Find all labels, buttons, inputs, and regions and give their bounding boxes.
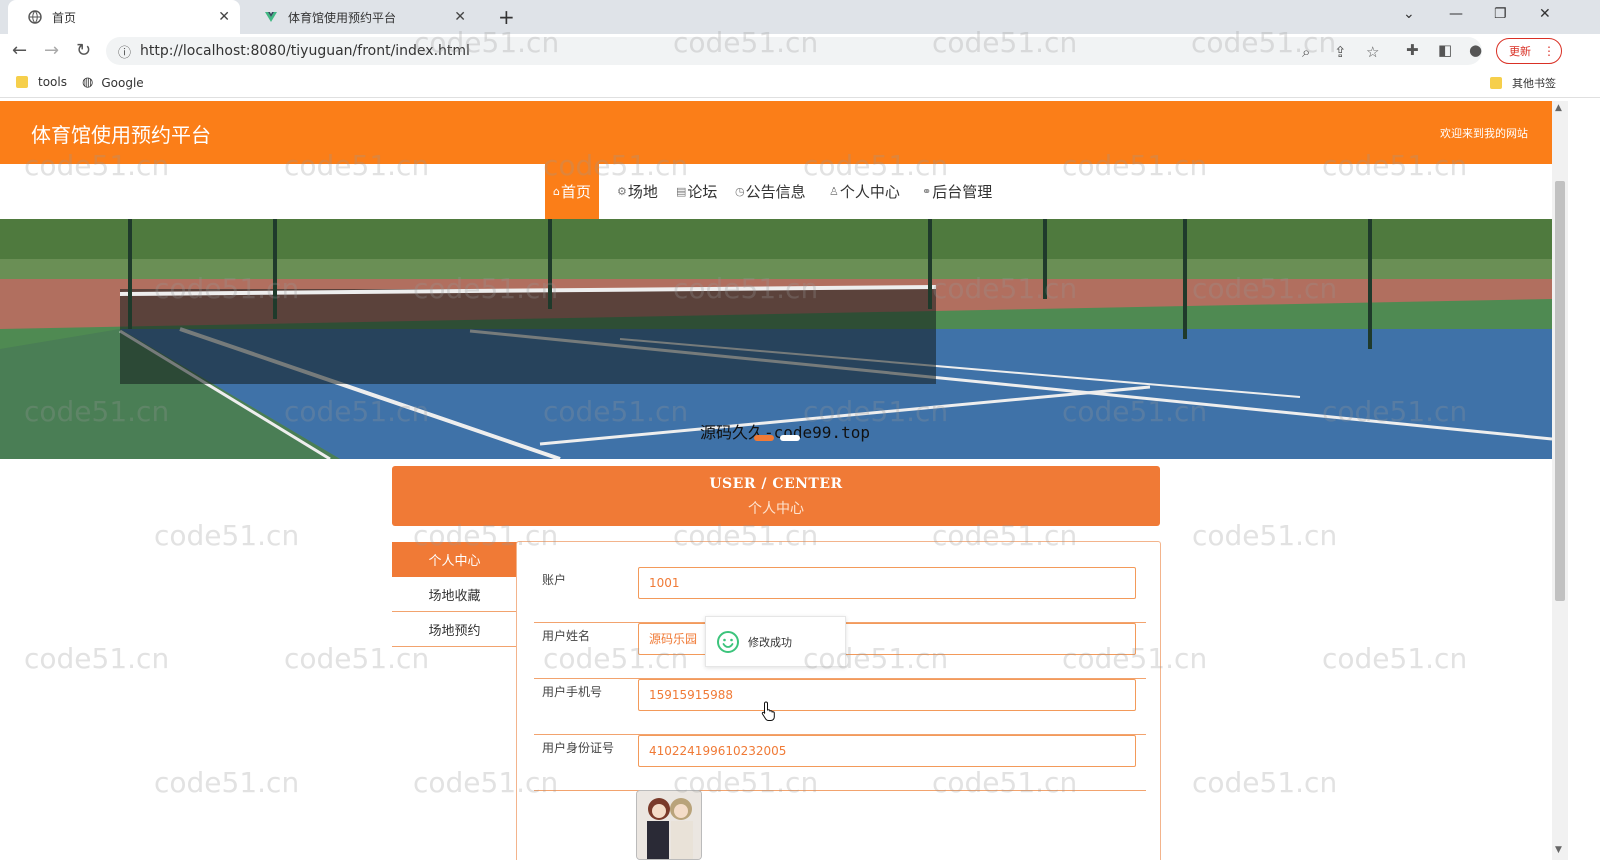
folder-icon [1490, 77, 1502, 89]
form-row-phone: 用户手机号 15915915988 [534, 679, 1146, 735]
profile-icon[interactable]: ● [1469, 41, 1482, 59]
side-item-favorites[interactable]: 场地收藏 [392, 577, 517, 612]
browser-toolbar: ← → ↻ ⓘ http://localhost:8080/tiyuguan/f… [0, 34, 1600, 68]
scroll-thumb[interactable] [1555, 181, 1565, 601]
phone-label: 用户手机号 [542, 685, 603, 699]
browser-tab-title: 体育馆使用预约平台 [288, 10, 397, 25]
update-button[interactable]: 更新 ⋮ [1496, 38, 1562, 64]
welcome-text: 欢迎来到我的网站 [1440, 127, 1528, 140]
user-center-banner: USER / CENTER 个人中心 [392, 466, 1160, 526]
scroll-up-icon[interactable]: ▲ [1555, 103, 1562, 113]
nav-item-user-center[interactable]: ♙ 个人中心 [829, 164, 900, 219]
bookmark-google[interactable]: ◍ Google [82, 75, 144, 90]
nav-item-admin[interactable]: ⚭ 后台管理 [922, 164, 992, 219]
reload-icon[interactable]: ↻ [76, 40, 91, 61]
carousel-dot[interactable] [780, 435, 800, 441]
site-header: 体育馆使用预约平台 欢迎来到我的网站 [0, 101, 1552, 164]
vue-logo-icon [264, 10, 278, 24]
main-nav: ⌂ 首页 ⚙ 场地 ▤ 论坛 ◷ 公告信息 ♙ 个人中心 ⚭ 后台管理 [0, 164, 1552, 219]
watermark: code51.cn [154, 519, 300, 552]
restore-icon[interactable]: ❐ [1494, 6, 1507, 22]
more-menu-icon: ⋮ [1543, 44, 1555, 58]
browser-tab-platform[interactable]: 体育馆使用预约平台 ✕ [244, 0, 476, 34]
extensions-icon[interactable]: ✚ [1406, 41, 1419, 59]
user-center-title-cn: 个人中心 [748, 501, 804, 517]
id-number-input[interactable]: 410224199610232005 [638, 735, 1136, 767]
watermark: code51.cn [1192, 519, 1338, 552]
browser-tab-title: 首页 [52, 10, 77, 25]
user-center-title-en: USER / CENTER [709, 476, 843, 492]
browser-tab-home[interactable]: 首页 ✕ [8, 0, 240, 34]
browser-tabstrip: 首页 ✕ 体育馆使用预约平台 ✕ + ⌄ — ❐ ✕ [0, 0, 1600, 34]
phone-input[interactable]: 15915915988 [638, 679, 1136, 711]
globe-icon: ◍ [82, 75, 94, 90]
watermark: code51.cn [1322, 642, 1468, 675]
nav-item-announcements[interactable]: ◷ 公告信息 [735, 164, 806, 219]
user-side-menu: 个人中心 场地收藏 场地预约 [392, 542, 517, 647]
folder-icon [16, 76, 28, 88]
account-label: 账户 [542, 573, 567, 587]
avatar-image[interactable] [636, 790, 702, 860]
close-icon[interactable]: ✕ [218, 9, 230, 25]
gear-icon: ⚙ [617, 185, 627, 198]
tab-search-chevron-icon[interactable]: ⌄ [1403, 6, 1415, 22]
url-text[interactable]: http://localhost:8080/tiyuguan/front/ind… [140, 43, 470, 59]
account-input[interactable]: 1001 [638, 567, 1136, 599]
site-title[interactable]: 体育馆使用预约平台 [31, 119, 211, 148]
side-item-reservations[interactable]: 场地预约 [392, 612, 517, 647]
nav-item-forum[interactable]: ▤ 论坛 [676, 164, 717, 219]
watermark: code51.cn [1192, 766, 1338, 799]
bookmarks-bar: tools ◍ Google 其他书签 [0, 68, 1600, 98]
user-icon: ♙ [829, 185, 839, 198]
site-info-icon[interactable]: ⓘ [118, 42, 131, 61]
id-number-label: 用户身份证号 [542, 741, 615, 755]
forward-arrow-icon[interactable]: → [44, 40, 59, 61]
bookmark-other[interactable]: 其他书签 [1490, 75, 1556, 91]
bookmark-star-icon[interactable]: ☆ [1366, 43, 1379, 61]
success-toast: 修改成功 [705, 616, 846, 667]
smile-icon [717, 630, 739, 653]
zoom-icon[interactable]: ⌕ [1302, 43, 1310, 61]
carousel-dot-active[interactable] [754, 435, 774, 441]
back-arrow-icon[interactable]: ← [12, 40, 27, 61]
form-row-account: 账户 1001 [534, 567, 1146, 623]
bookmark-tools[interactable]: tools [16, 75, 67, 89]
address-bar[interactable]: ⓘ http://localhost:8080/tiyuguan/front/i… [106, 37, 1482, 65]
profile-form: 账户 1001 用户姓名 源码乐园 用户手机号 15915915988 用户身份… [516, 541, 1161, 860]
new-tab-plus-icon[interactable]: + [498, 5, 515, 29]
home-icon: ⌂ [553, 185, 560, 198]
scroll-down-icon[interactable]: ▼ [1555, 845, 1562, 855]
document-icon: ▤ [676, 185, 687, 198]
hero-banner: 源码久久-code99.top [0, 219, 1552, 459]
name-label: 用户姓名 [542, 629, 591, 643]
watermark: code51.cn [154, 766, 300, 799]
side-panel-icon[interactable]: ◧ [1438, 41, 1452, 59]
globe-icon [28, 10, 42, 24]
form-row-id-number: 用户身份证号 410224199610232005 [534, 735, 1146, 791]
minimize-icon[interactable]: — [1449, 6, 1463, 22]
window-close-icon[interactable]: ✕ [1539, 6, 1551, 22]
toast-message: 修改成功 [748, 635, 792, 649]
nav-item-home[interactable]: ⌂ 首页 [545, 164, 599, 219]
hand-cursor-icon [761, 701, 775, 721]
close-icon[interactable]: ✕ [454, 9, 466, 25]
side-item-user-center[interactable]: 个人中心 [392, 542, 517, 577]
share-icon[interactable]: ⇪ [1334, 43, 1347, 61]
clock-icon: ◷ [735, 185, 745, 198]
watermark: code51.cn [24, 642, 170, 675]
link-icon: ⚭ [922, 185, 932, 198]
nav-item-venue[interactable]: ⚙ 场地 [617, 164, 658, 219]
page-scrollbar[interactable]: ▲ ▼ [1552, 101, 1568, 860]
